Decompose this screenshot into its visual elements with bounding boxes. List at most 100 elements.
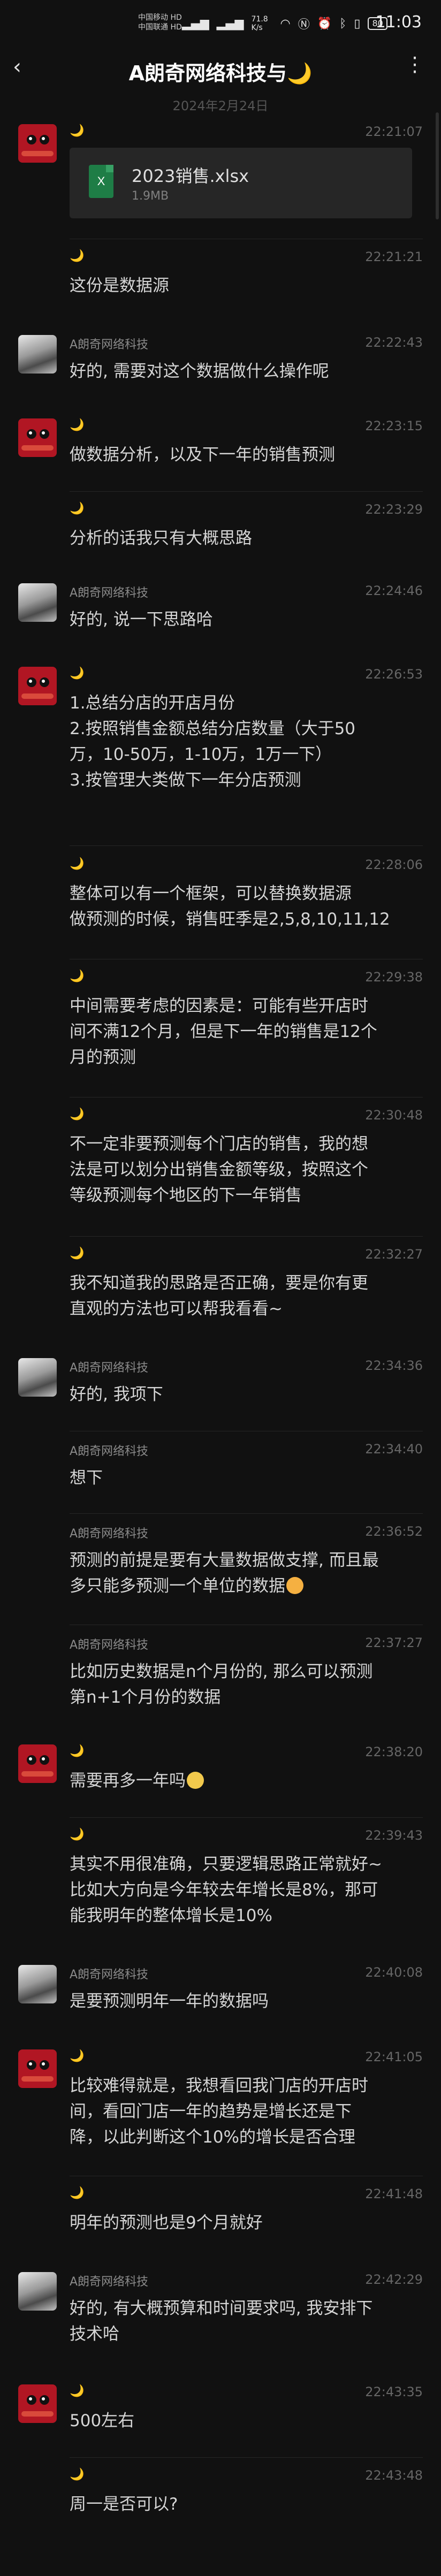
message-text: 需要再多一年吗 (70, 1768, 417, 1794)
sender-name: A朗奇网络科技 (70, 1445, 149, 1458)
cat-emoji-icon (187, 1772, 204, 1789)
scrollbar-thumb[interactable] (436, 112, 439, 219)
message-line: 3.按管理大类做下一年分店预测 (70, 771, 301, 790)
status-bar: 中国移动 HD 中国联通 HD ▂▄▆ ▂▄▆ 71.8 K/s ◠ Ⓝ ⏰ ᛒ… (0, 0, 441, 51)
sender-name: 🌙 (70, 1744, 85, 1758)
avatar[interactable] (18, 1744, 57, 1783)
message-line: 好的, 需要对这个数据做什么操作呢 (70, 362, 329, 381)
sad-face-emoji-icon (286, 1577, 303, 1594)
sender-name: 🌙 (70, 2049, 85, 2063)
message-line: 需要再多一年吗 (70, 1768, 417, 1794)
message-text: 做数据分析，以及下一年的销售预测 (70, 442, 417, 468)
message-text: 500左右 (70, 2408, 417, 2434)
chat-title: A朗奇网络科技与🌙 (128, 62, 313, 85)
message-timestamp: 22:23:15 (365, 418, 423, 433)
message-timestamp: 22:38:20 (365, 1744, 423, 1759)
message-line: 我不知道我的思路是否正确，要是你有更 (70, 1274, 368, 1293)
bluetooth-icon: ᛒ (339, 17, 347, 31)
sender-name: 🌙 (70, 667, 85, 680)
message-text: 好的, 说一下思路哈 (70, 607, 417, 632)
message-timestamp: 22:24:46 (365, 583, 423, 598)
sender-name: 🌙 (70, 124, 85, 138)
clock: 11:03 (375, 13, 422, 32)
more-options-icon[interactable]: ⋮ (405, 52, 425, 76)
avatar[interactable] (18, 124, 57, 163)
message-line: 好的, 说一下思路哈 (70, 610, 213, 629)
status-icons: ▂▄▆ ▂▄▆ 71.8 K/s ◠ Ⓝ ⏰ ᛒ ▯ 80 (182, 15, 387, 32)
avatar[interactable] (18, 335, 57, 374)
sender-name: 🌙 (70, 1247, 85, 1260)
message-timestamp: 22:36:52 (365, 1524, 423, 1539)
message-line: 是要预测明年一年的数据吗 (70, 1992, 269, 2011)
message-separator (70, 491, 423, 492)
sender-name: 🌙 (70, 970, 85, 983)
sender-name: 🌙 (70, 1828, 85, 1841)
sender-name: 🌙 (70, 857, 85, 871)
vibrate-icon: ▯ (354, 17, 361, 31)
message-timestamp: 22:37:27 (365, 1635, 423, 1650)
message-line: 间，看回门店一年的趋势是增长还是下 (70, 2102, 352, 2121)
nfc-icon: Ⓝ (298, 18, 310, 32)
avatar[interactable] (18, 1965, 57, 2003)
avatar[interactable] (18, 583, 57, 622)
signal-icon: ▂▄▆ (182, 17, 209, 31)
sender-name: A朗奇网络科技 (70, 1361, 149, 1375)
signal-icon: ▂▄▆ (216, 17, 244, 31)
carrier-2: 中国联通 HD (138, 23, 182, 32)
message-text: 好的, 我项下 (70, 1382, 417, 1407)
avatar[interactable] (18, 418, 57, 457)
avatar[interactable] (18, 2049, 57, 2088)
message-line: 第n+1个月份的数据 (70, 1688, 221, 1707)
message-text: 分析的话我只有大概思路 (70, 525, 417, 551)
message-line: 降，以此判断这个10%的增长是否合理 (70, 2128, 355, 2147)
message-timestamp: 22:40:08 (365, 1965, 423, 1980)
message-line: 预测的前提是要有大量数据做支撑, 而且最 (70, 1551, 379, 1570)
message-separator (70, 1817, 423, 1818)
excel-file-icon: X (89, 165, 113, 198)
avatar[interactable] (18, 2272, 57, 2311)
avatar[interactable] (18, 667, 57, 705)
message-line: 好的, 有大概预算和时间要求吗, 我安排下 (70, 2299, 373, 2318)
message-line: 直观的方法也可以帮我看看~ (70, 1299, 283, 1319)
sender-name: A朗奇网络科技 (70, 586, 149, 600)
message-line: 等级预测每个地区的下一年销售 (70, 1186, 302, 1205)
message-line: 间不满12个月，但是下一年的销售是12个 (70, 1022, 377, 1041)
alarm-icon: ⏰ (317, 17, 332, 31)
carrier-info: 中国移动 HD 中国联通 HD (138, 13, 182, 32)
message-text: 想下 (70, 1465, 417, 1491)
sender-name: 🌙 (70, 1108, 85, 1121)
message-timestamp: 22:43:35 (365, 2384, 423, 2399)
message-separator (70, 1513, 423, 1514)
message-timestamp: 22:23:29 (365, 502, 423, 517)
message-timestamp: 22:41:48 (365, 2186, 423, 2201)
file-attachment[interactable]: X 2023销售.xlsx 1.9MB (70, 148, 412, 218)
message-timestamp: 22:21:07 (365, 124, 423, 139)
file-corner (106, 165, 113, 172)
avatar[interactable] (18, 1358, 57, 1397)
sender-name: 🌙 (70, 249, 85, 263)
message-timestamp: 22:32:27 (365, 1247, 423, 1262)
date-divider: 2024年2月24日 (172, 98, 269, 113)
message-text: 其实不用很准确，只要逻辑思路正常就好~ 比如大方向是今年较去年增长是8%，那可 能我… (70, 1851, 417, 1929)
message-line: 中间需要考虑的因素是：可能有些开店时 (70, 996, 368, 1016)
chat-header: ‹ A朗奇网络科技与🌙 ⋮ (0, 51, 441, 86)
message-timestamp: 22:34:40 (365, 1442, 423, 1457)
carrier-1: 中国移动 HD (138, 13, 182, 22)
message-timestamp: 22:41:05 (365, 2049, 423, 2064)
network-speed: 71.8 K/s (251, 15, 268, 32)
message-text: 明年的预测也是9个月就好 (70, 2210, 417, 2236)
message-timestamp: 22:34:36 (365, 1358, 423, 1373)
message-text: 我不知道我的思路是否正确，要是你有更 直观的方法也可以帮我看看~ (70, 1270, 417, 1322)
message-line: 比较难得就是，我想看回我门店的开店时 (70, 2076, 368, 2095)
message-line: 多只能多预测一个单位的数据 (70, 1573, 417, 1599)
message-line: 明年的预测也是9个月就好 (70, 2213, 263, 2232)
sender-name: A朗奇网络科技 (70, 1527, 149, 1541)
message-line: 做预测的时候，销售旺季是2,5,8,10,11,12 (70, 910, 390, 929)
message-separator (70, 845, 423, 846)
sender-name: A朗奇网络科技 (70, 2275, 149, 2289)
message-timestamp: 22:28:06 (365, 857, 423, 872)
message-text: 整体可以有一个框架，可以替换数据源 做预测的时候，销售旺季是2,5,8,10,11… (70, 881, 417, 932)
avatar[interactable] (18, 2384, 57, 2423)
message-line: 法是可以划分出销售金额等级，按照这个 (70, 1160, 368, 1179)
message-timestamp: 22:26:53 (365, 667, 423, 682)
